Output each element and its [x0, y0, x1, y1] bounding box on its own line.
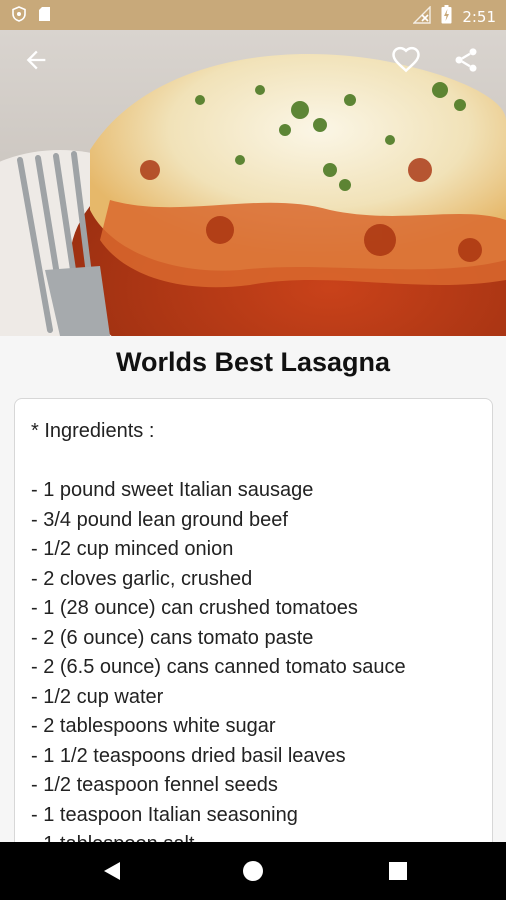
nav-recents-icon [389, 862, 407, 880]
shield-icon [12, 6, 26, 26]
heart-outline-icon [392, 46, 420, 73]
ingredient-item: - 2 cloves garlic, crushed [31, 567, 253, 590]
sd-card-icon [38, 6, 51, 26]
ingredient-item: - 1 pound sweet Italian sausage [31, 479, 314, 501]
ingredient-item: - 1/2 cup water [31, 685, 164, 708]
lasagna-photo [0, 30, 506, 336]
system-nav-bar [0, 842, 506, 900]
ingredients-text: * Ingredients : - 1 pound sweet Italian … [15, 399, 492, 860]
ingredient-item: - 2 (6 ounce) cans tomato paste [31, 626, 314, 649]
ingredient-item: - 1/2 teaspoon fennel seeds [31, 774, 278, 796]
nav-back-icon [104, 862, 120, 880]
nav-back-button[interactable] [100, 859, 124, 883]
hero-image [0, 30, 506, 336]
share-button[interactable] [446, 40, 486, 80]
status-right-icons: 2:51 [412, 4, 496, 28]
share-icon [455, 48, 477, 72]
back-button[interactable] [16, 40, 56, 80]
nav-recents-button[interactable] [386, 859, 410, 883]
arrow-left-icon [26, 50, 46, 70]
ingredients-heading: * Ingredients : [31, 420, 155, 442]
ingredient-item: - 1 (28 ounce) can crushed tomatoes [31, 597, 358, 619]
recipe-title: Worlds Best Lasagna [115, 347, 391, 377]
ingredient-item: - 1 1/2 teaspoons dried basil leaves [31, 744, 346, 767]
ingredient-item: - 3/4 pound lean ground beef [31, 508, 288, 531]
ingredient-item: - 2 (6.5 ounce) cans canned tomato sauce [31, 656, 406, 678]
battery-charging-icon [441, 5, 452, 28]
no-signal-icon [412, 4, 432, 28]
status-left-icons [12, 6, 51, 26]
ingredient-item: - 2 tablespoons white sugar [31, 715, 276, 737]
ingredients-card[interactable]: * Ingredients : - 1 pound sweet Italian … [14, 398, 493, 870]
favorite-button[interactable] [386, 40, 426, 80]
nav-home-button[interactable] [241, 859, 265, 883]
status-time: 2:51 [462, 7, 496, 26]
nav-home-icon [243, 861, 263, 881]
ingredient-item: - 1 teaspoon Italian seasoning [31, 803, 298, 826]
status-bar: 2:51 [0, 0, 506, 30]
ingredient-item: - 1/2 cup minced onion [31, 538, 234, 560]
